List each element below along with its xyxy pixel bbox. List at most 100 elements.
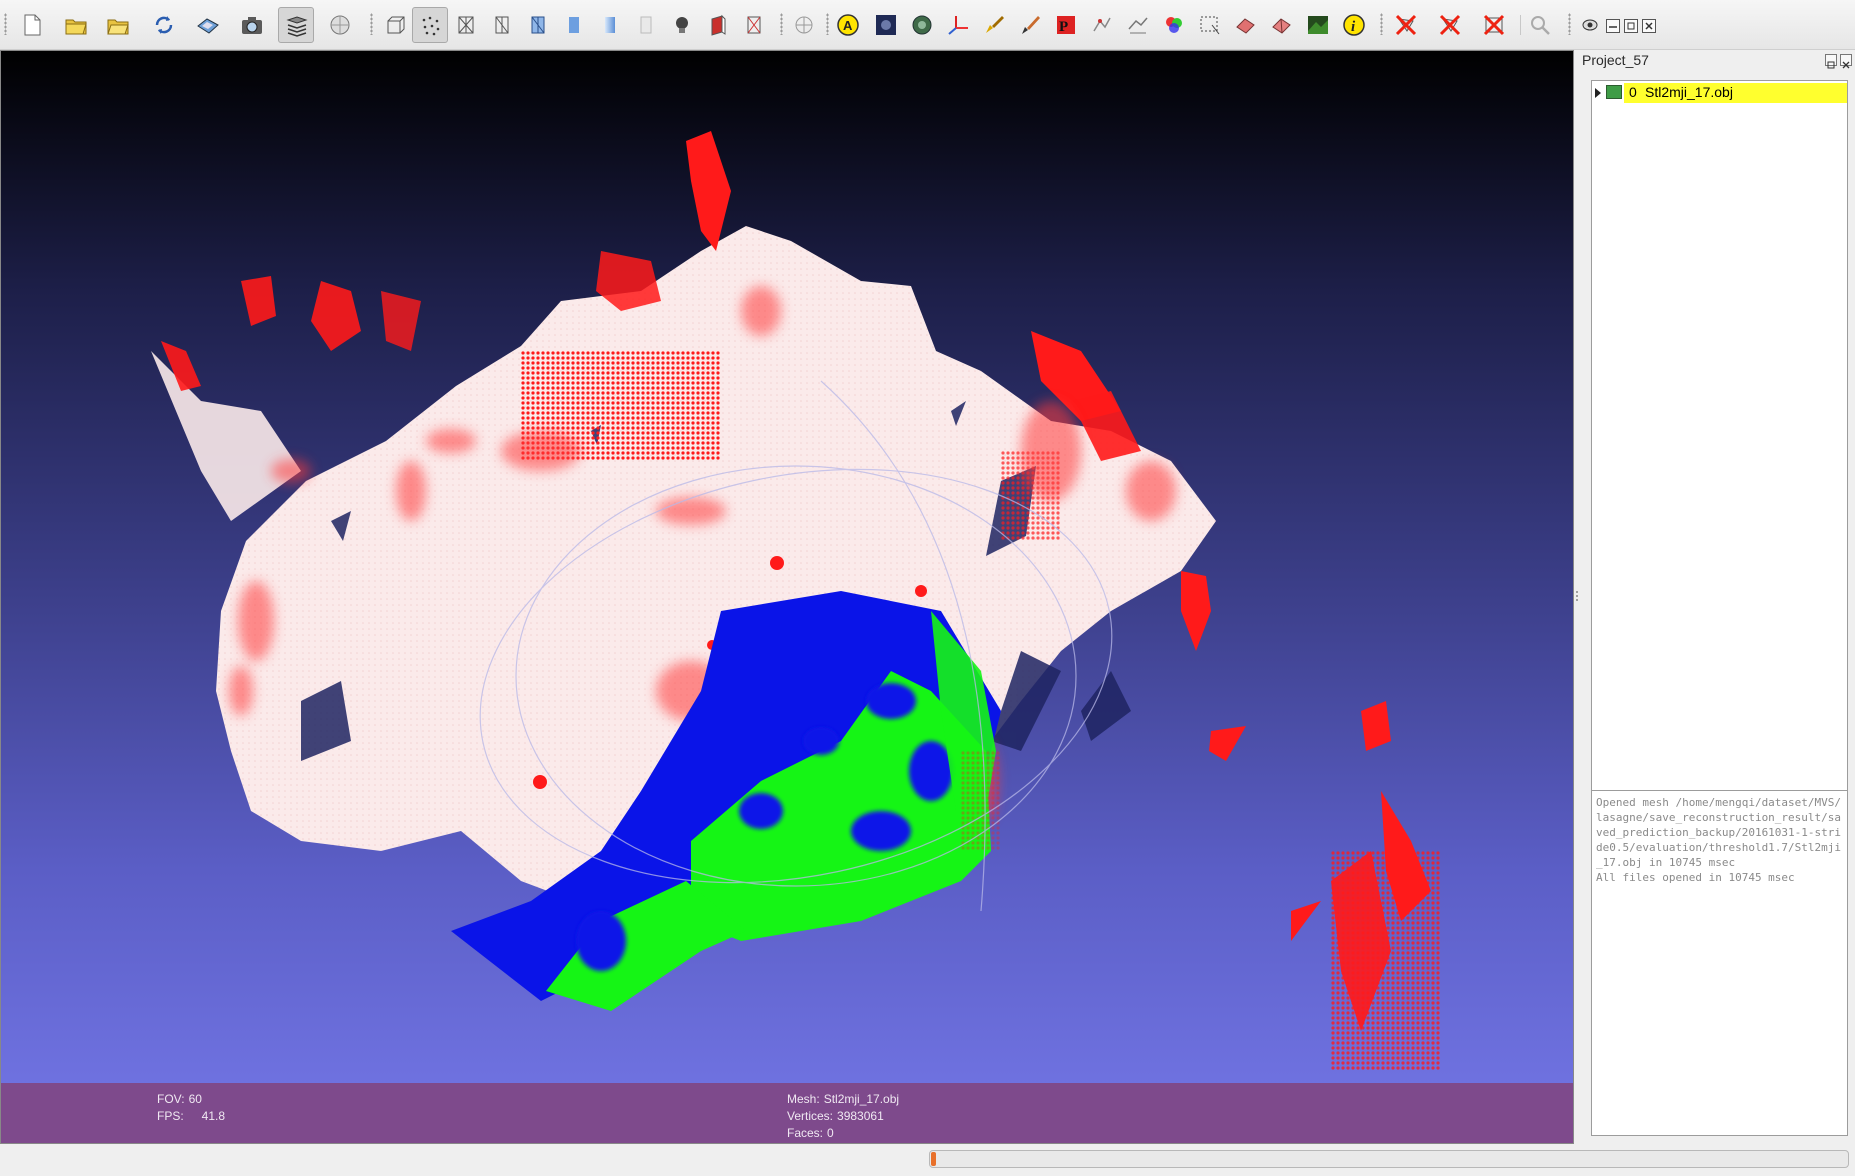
- flat-button[interactable]: [556, 7, 592, 43]
- toolbar-grip[interactable]: [4, 13, 7, 35]
- light-bulb-icon: [676, 17, 688, 33]
- open-mesh-icon: [107, 19, 129, 35]
- log-entry: All files opened in 10745 msec: [1596, 871, 1795, 884]
- vertices-label: Vertices:: [787, 1109, 834, 1123]
- layer-index: 0: [1629, 84, 1637, 100]
- fov-value: 60: [188, 1092, 202, 1106]
- delete-all-button[interactable]: [1476, 7, 1512, 43]
- toolbar-grip[interactable]: [1380, 13, 1383, 35]
- trackball-icon: [795, 16, 813, 34]
- flat-icon: [569, 17, 579, 33]
- sphere-shading-icon: [912, 15, 932, 35]
- axes-button[interactable]: [940, 7, 976, 43]
- delete-all-icon: [1483, 14, 1505, 36]
- save-button[interactable]: [190, 7, 226, 43]
- layers-button[interactable]: [278, 7, 314, 43]
- delete-selected-vertices-button[interactable]: [1432, 7, 1468, 43]
- layer-list: 0 Stl2mji_17.obj: [1591, 80, 1848, 823]
- backface-button[interactable]: [700, 7, 736, 43]
- green-edge-speckle: [961, 751, 1001, 851]
- align-button[interactable]: [1120, 7, 1156, 43]
- mesh-info: Mesh: Stl2mji_17.obj Vertices: 3983061 Fac…: [787, 1091, 899, 1142]
- wireframe-button[interactable]: [448, 7, 484, 43]
- project-title: Project_57: [1582, 52, 1649, 68]
- window-close-icon: [1642, 19, 1656, 33]
- texture-paint-button[interactable]: [868, 7, 904, 43]
- texture-paint-icon: [876, 15, 896, 35]
- lights-button[interactable]: [322, 7, 358, 43]
- mesh-fragment: [151, 351, 301, 521]
- select-connected-button[interactable]: [1264, 7, 1300, 43]
- color-brush-button[interactable]: [976, 7, 1012, 43]
- open-project-icon: [65, 19, 87, 35]
- raster-button[interactable]: [1300, 7, 1336, 43]
- status-bar: [0, 1144, 1855, 1176]
- mesh-render[interactable]: [1, 51, 1574, 1144]
- points-button[interactable]: [412, 7, 448, 43]
- panel-float-button[interactable]: [1825, 54, 1837, 69]
- project-panel: Project_57 0 Stl2mji_17.obj Opened mesh …: [1580, 50, 1855, 1144]
- texture-icon: [640, 16, 652, 34]
- hidden-lines-button[interactable]: [484, 7, 520, 43]
- eye-toggle-button[interactable]: [1576, 7, 1604, 43]
- faces-label: Faces:: [787, 1126, 824, 1140]
- paint-brush-icon: [1022, 16, 1040, 34]
- smooth-button[interactable]: [592, 7, 628, 43]
- selection-button[interactable]: [1192, 7, 1228, 43]
- snapshot-button[interactable]: [234, 7, 270, 43]
- delete-selected-faces-icon: [1395, 14, 1417, 36]
- panel-splitter[interactable]: [1575, 590, 1579, 602]
- bounding-box-button[interactable]: [378, 7, 414, 43]
- annotation-icon: A: [837, 14, 859, 36]
- align-icon: [1128, 17, 1148, 34]
- reload-button[interactable]: [146, 7, 182, 43]
- toolbar-separator: [1520, 15, 1521, 35]
- annotation-button[interactable]: A: [830, 7, 866, 43]
- new-file-icon: [24, 14, 41, 36]
- toolbar-grip[interactable]: [370, 13, 373, 35]
- double-side-button[interactable]: [736, 7, 772, 43]
- main-toolbar: A P i: [0, 0, 1855, 50]
- layer-selected-highlight[interactable]: 0 Stl2mji_17.obj: [1624, 83, 1847, 103]
- reload-icon: [155, 16, 173, 34]
- new-file-button[interactable]: [14, 7, 50, 43]
- open-project-button[interactable]: [58, 7, 94, 43]
- sphere-shading-button[interactable]: [904, 7, 940, 43]
- panel-close-button[interactable]: [1840, 54, 1852, 69]
- fps-label: FPS:: [157, 1109, 184, 1123]
- flat-lines-button[interactable]: [520, 7, 556, 43]
- mesh-name: Stl2mji_17.obj: [823, 1092, 900, 1106]
- vertices-value: 3983061: [837, 1109, 884, 1123]
- light-bulb-button[interactable]: [664, 7, 700, 43]
- svg-text:P: P: [1059, 19, 1068, 35]
- layer-row[interactable]: 0 Stl2mji_17.obj: [1592, 83, 1847, 103]
- pick-points-button[interactable]: [1084, 7, 1120, 43]
- layer-visibility-icon[interactable]: [1606, 85, 1622, 99]
- select-faces-button[interactable]: [1228, 7, 1264, 43]
- measure-button[interactable]: P: [1048, 7, 1084, 43]
- toolbar-grip[interactable]: [780, 13, 783, 35]
- layer-name: Stl2mji_17.obj: [1645, 84, 1733, 100]
- axes-icon: [948, 16, 968, 35]
- 3d-viewport[interactable]: FOV: 60 FPS: 41.8 Mesh: Stl2mji_17.obj Vert…: [0, 50, 1574, 1144]
- close-icon: [1842, 61, 1850, 69]
- info-button[interactable]: i: [1336, 7, 1372, 43]
- toolbar-grip[interactable]: [1568, 13, 1571, 35]
- paint-brush-button[interactable]: [1012, 7, 1048, 43]
- search-button[interactable]: [1522, 7, 1558, 43]
- outlier-speckle: [1331, 851, 1441, 1071]
- texture-button[interactable]: [628, 7, 664, 43]
- trackball-button[interactable]: [786, 7, 822, 43]
- open-mesh-button[interactable]: [100, 7, 136, 43]
- fps-value: 41.8: [201, 1109, 226, 1123]
- window-restore-icon: [1624, 19, 1638, 33]
- expand-arrow-icon[interactable]: [1595, 88, 1601, 98]
- rgb-button[interactable]: [1156, 7, 1192, 43]
- mesh-label: Mesh:: [787, 1092, 820, 1106]
- log-entry: Opened mesh /home/mengqi/dataset/MVS/las…: [1596, 796, 1842, 869]
- toolbar-grip[interactable]: [826, 13, 829, 35]
- svg-text:A: A: [843, 18, 853, 33]
- pick-points-icon: [1093, 17, 1111, 32]
- delete-selected-faces-button[interactable]: [1388, 7, 1424, 43]
- window-close-button[interactable]: [1638, 7, 1660, 43]
